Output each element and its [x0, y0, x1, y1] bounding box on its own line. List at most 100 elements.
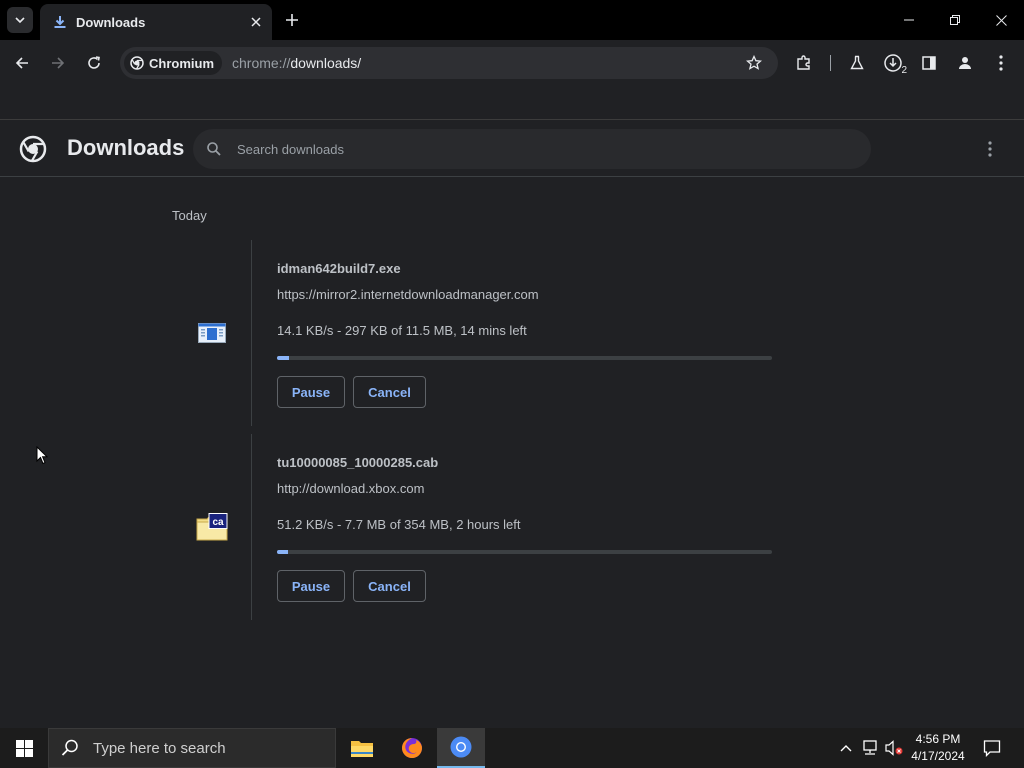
search-input[interactable] [237, 141, 817, 157]
download-status: 14.1 KB/s - 297 KB of 11.5 MB, 14 mins l… [277, 323, 527, 338]
show-hidden-icons-button[interactable] [836, 738, 856, 758]
arrow-right-icon [52, 57, 65, 69]
address-bar[interactable]: Chromium chrome://downloads/ [120, 47, 778, 79]
person-icon [959, 57, 971, 69]
toolbar-separator [830, 55, 831, 71]
download-filename-link[interactable]: idman642build7.exe [277, 261, 401, 276]
downloads-count-badge: 2 [901, 65, 907, 76]
downloads-header: Downloads [0, 120, 1024, 177]
tab-title: Downloads [76, 14, 146, 30]
bookmark-star-button[interactable] [740, 49, 768, 77]
search-icon [61, 739, 78, 756]
bookmark-bar [0, 86, 1024, 120]
chevron-up-icon [840, 745, 852, 752]
volume-muted-icon [885, 740, 903, 756]
network-icon [863, 740, 877, 755]
download-item: idman642build7.exe https://mirror2.inter… [172, 240, 862, 426]
firefox-icon [402, 738, 422, 758]
start-button[interactable] [0, 728, 48, 768]
action-center-button[interactable] [982, 738, 1002, 758]
site-chip-label: Chromium [149, 55, 214, 71]
taskbar-search-box[interactable]: Type here to search [48, 728, 336, 768]
download-progress-bar [277, 356, 772, 360]
taskbar-clock[interactable]: 4:56 PM 4/17/2024 [906, 731, 970, 765]
side-panel-button[interactable] [913, 47, 945, 79]
reload-icon [88, 56, 100, 69]
download-progress-bar [277, 550, 772, 554]
download-source-url-link[interactable]: https://mirror2.internetdownloadmanager.… [277, 287, 539, 302]
reload-button[interactable] [78, 47, 110, 79]
taskbar-firefox[interactable] [388, 728, 436, 768]
page-title: Downloads [67, 135, 185, 160]
cab-file-icon: ca [196, 513, 227, 541]
notification-icon [983, 740, 1001, 757]
tab-downloads[interactable]: Downloads [40, 4, 272, 40]
taskbar-chromium[interactable] [437, 728, 485, 768]
download-progress-fill [277, 356, 290, 360]
labs-button[interactable] [841, 47, 873, 79]
download-filename-link[interactable]: tu10000085_10000285.cab [277, 455, 438, 470]
browser-toolbar: Chromium chrome://downloads/ 2 [0, 40, 1024, 86]
clock-time: 4:56 PM [915, 732, 961, 746]
chevron-down-icon [15, 17, 25, 24]
clock-date: 4/17/2024 [911, 749, 965, 763]
download-source-url-link[interactable]: http://download.xbox.com [277, 481, 424, 496]
search-downloads-box[interactable] [193, 129, 871, 169]
restore-icon [950, 15, 960, 25]
star-icon [746, 55, 762, 70]
mouse-cursor-icon [36, 446, 48, 465]
search-icon [207, 142, 221, 156]
file-icon-column: ca [172, 434, 252, 620]
date-section-label: Today [172, 208, 207, 223]
exe-file-icon [197, 323, 226, 343]
windows-logo-icon [15, 739, 33, 757]
cancel-button[interactable]: Cancel [353, 376, 426, 408]
new-tab-button[interactable] [280, 8, 304, 32]
folder-icon [351, 741, 373, 757]
minimize-icon [904, 19, 914, 21]
chromium-logo-icon [19, 135, 47, 163]
close-window-button[interactable] [978, 0, 1024, 40]
tab-search-button[interactable] [7, 7, 33, 33]
site-info-chip[interactable]: Chromium [124, 51, 222, 75]
download-progress-fill [277, 550, 288, 554]
flask-icon [850, 55, 864, 70]
profile-button[interactable] [949, 47, 981, 79]
chromium-icon [130, 56, 144, 70]
back-button[interactable] [6, 47, 38, 79]
side-panel-icon [922, 56, 936, 70]
url-text: chrome://downloads/ [232, 55, 362, 71]
downloads-toolbar-button[interactable]: 2 [877, 47, 909, 79]
extensions-button[interactable] [788, 47, 820, 79]
menu-button[interactable] [985, 47, 1017, 79]
svg-text:ca: ca [212, 517, 224, 528]
downloads-page: Downloads Today idman642build7 [0, 120, 1024, 728]
windows-taskbar: Type here to search 4:56 PM 4/17/2024 [0, 728, 1024, 768]
download-icon [52, 14, 68, 30]
download-progress-icon [884, 54, 902, 72]
forward-button[interactable] [42, 47, 74, 79]
network-tray-icon[interactable] [860, 738, 880, 758]
arrow-left-icon [15, 57, 28, 69]
plus-icon [286, 14, 298, 26]
taskbar-file-explorer[interactable] [338, 728, 386, 768]
title-bar: Downloads [0, 0, 1024, 40]
restore-button[interactable] [932, 0, 978, 40]
pause-button[interactable]: Pause [277, 570, 345, 602]
file-icon-column [172, 240, 252, 426]
kebab-menu-icon [988, 141, 992, 157]
taskbar-search-placeholder: Type here to search [93, 739, 226, 757]
cancel-button[interactable]: Cancel [353, 570, 426, 602]
puzzle-icon [797, 55, 810, 70]
chromium-icon [450, 736, 472, 758]
close-icon [251, 17, 261, 27]
tab-close-button[interactable] [244, 10, 268, 34]
close-icon [995, 14, 1007, 26]
minimize-button[interactable] [886, 0, 932, 40]
download-status: 51.2 KB/s - 7.7 MB of 354 MB, 2 hours le… [277, 517, 521, 532]
download-item: ca tu10000085_10000285.cab http://downlo… [172, 434, 862, 620]
pause-button[interactable]: Pause [277, 376, 345, 408]
kebab-menu-icon [999, 55, 1003, 71]
page-more-actions-button[interactable] [978, 137, 1002, 161]
volume-tray-icon[interactable] [884, 738, 904, 758]
